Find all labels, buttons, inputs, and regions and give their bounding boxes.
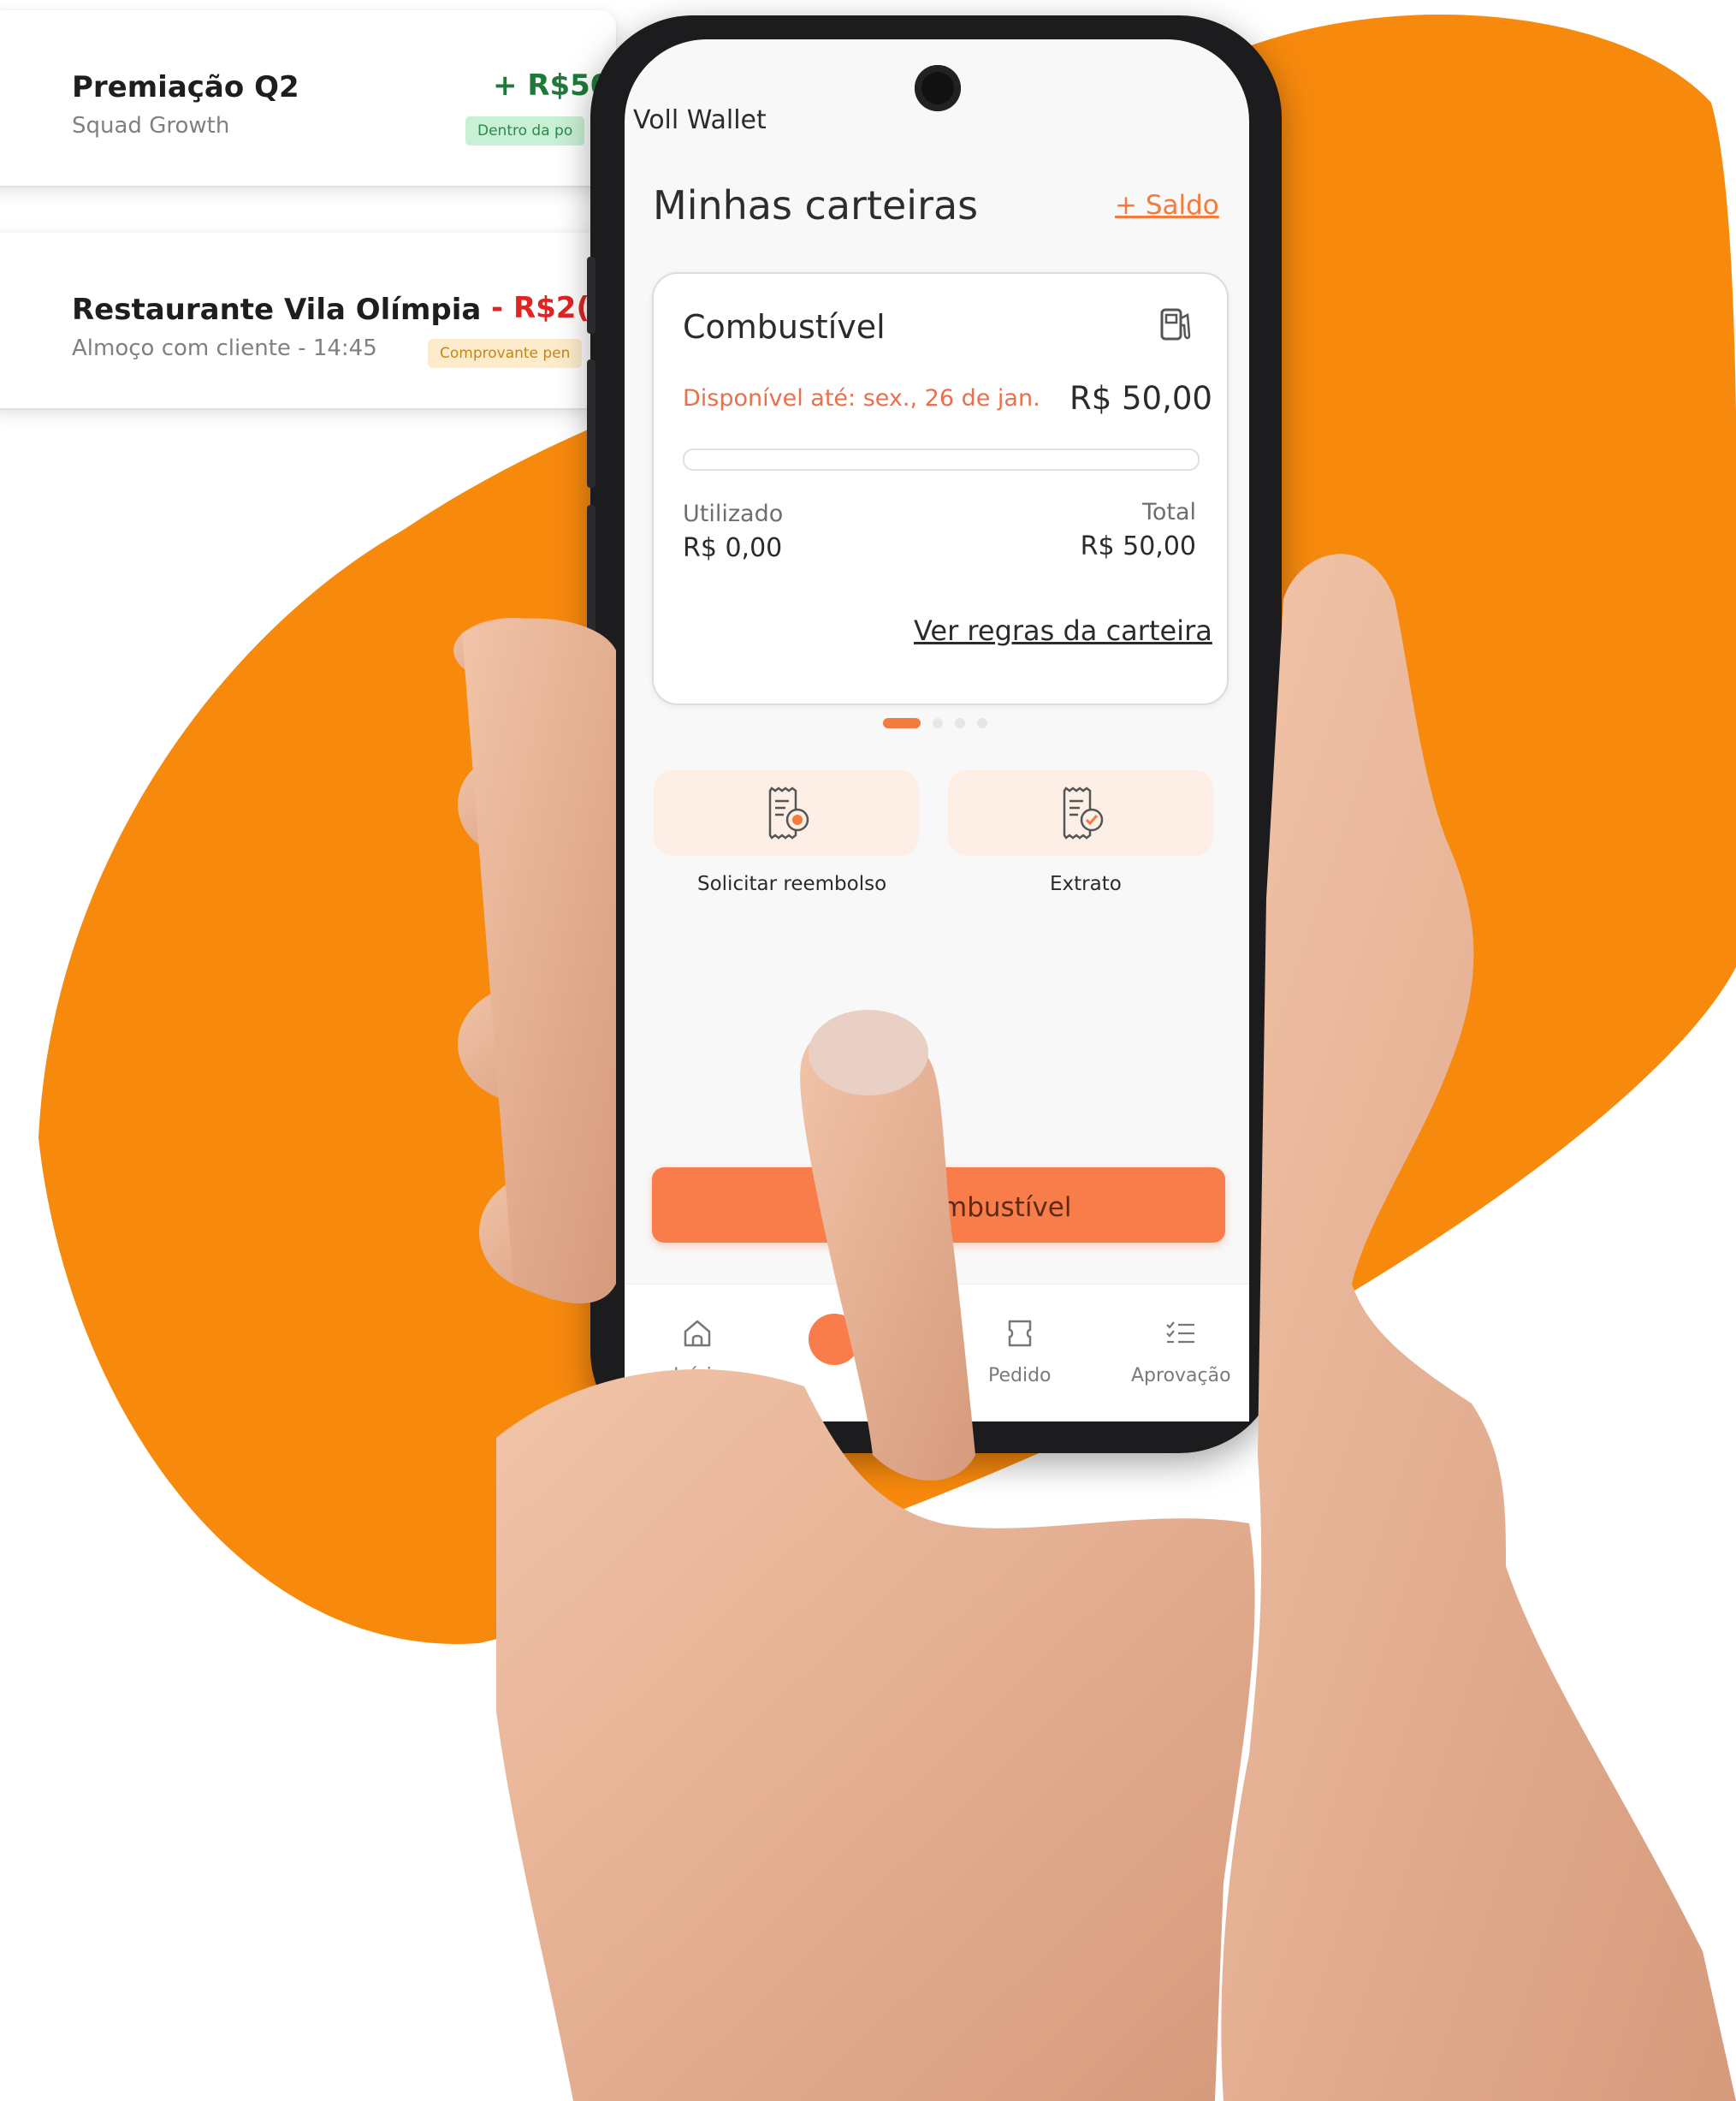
front-camera bbox=[915, 65, 961, 111]
nav-home-label[interactable]: Início bbox=[673, 1365, 723, 1386]
checklist-icon[interactable] bbox=[1164, 1316, 1198, 1350]
add-balance-link[interactable]: + Saldo bbox=[1115, 190, 1219, 221]
wallet-balance: R$ 50,00 bbox=[1069, 380, 1212, 417]
carousel-indicator[interactable] bbox=[883, 717, 987, 729]
wallet-usage-progress bbox=[683, 448, 1200, 471]
carousel-dot[interactable] bbox=[977, 718, 987, 728]
app-title: Voll Wallet bbox=[633, 105, 767, 135]
home-icon[interactable] bbox=[680, 1316, 714, 1350]
receipt-icon bbox=[0, 282, 2, 334]
primary-cta-label: mbustível bbox=[941, 1192, 1072, 1223]
phone-side-button bbox=[587, 359, 595, 488]
wallet-availability: Disponível até: sex., 26 de jan. bbox=[683, 385, 1040, 412]
primary-cta-button[interactable] bbox=[652, 1167, 1225, 1243]
transaction-title: Premiação Q2 bbox=[72, 70, 299, 104]
receipt-dollar-icon bbox=[768, 786, 809, 840]
total-value: R$ 50,00 bbox=[1080, 531, 1196, 561]
status-badge: Dentro da po bbox=[465, 116, 585, 145]
request-refund-button[interactable] bbox=[654, 770, 919, 856]
total-label: Total bbox=[1141, 499, 1196, 525]
carousel-dot[interactable] bbox=[933, 718, 943, 728]
fuel-pump-icon bbox=[1160, 308, 1191, 341]
wallet-rules-link[interactable]: Ver regras da carteira bbox=[914, 614, 1212, 647]
wallet-name: Combustível bbox=[683, 308, 886, 346]
receipt-check-icon bbox=[1063, 786, 1104, 840]
used-label: Utilizado bbox=[683, 501, 784, 527]
nav-approval-label[interactable]: Aprovação bbox=[1131, 1365, 1231, 1386]
page-title: Minhas carteiras bbox=[653, 182, 979, 228]
phone-side-button bbox=[587, 257, 595, 334]
carousel-dot[interactable] bbox=[883, 718, 921, 728]
transaction-subtitle: Almoço com cliente - 14:45 bbox=[72, 335, 377, 361]
statement-label: Extrato bbox=[1050, 873, 1122, 895]
transaction-card[interactable]: Restaurante Vila Olímpia Almoço com clie… bbox=[0, 233, 616, 408]
transaction-card[interactable]: Premiação Q2 Squad Growth + R$50 Dentro … bbox=[0, 10, 616, 186]
transaction-title: Restaurante Vila Olímpia bbox=[72, 293, 482, 327]
nav-center-button[interactable] bbox=[809, 1314, 860, 1365]
receipt-icon bbox=[0, 60, 2, 111]
nav-order-label[interactable]: Pedido bbox=[988, 1365, 1052, 1386]
transaction-subtitle: Squad Growth bbox=[72, 113, 230, 139]
bottom-navigation bbox=[625, 1284, 1249, 1421]
transaction-amount: - R$2( bbox=[491, 291, 590, 325]
statement-button[interactable] bbox=[948, 770, 1213, 856]
carousel-dot[interactable] bbox=[955, 718, 965, 728]
status-badge: Comprovante pen bbox=[428, 339, 583, 368]
used-value: R$ 0,00 bbox=[683, 533, 783, 563]
phone-side-button bbox=[587, 505, 595, 633]
ticket-icon[interactable] bbox=[1003, 1316, 1037, 1350]
request-refund-label: Solicitar reembolso bbox=[697, 873, 887, 895]
